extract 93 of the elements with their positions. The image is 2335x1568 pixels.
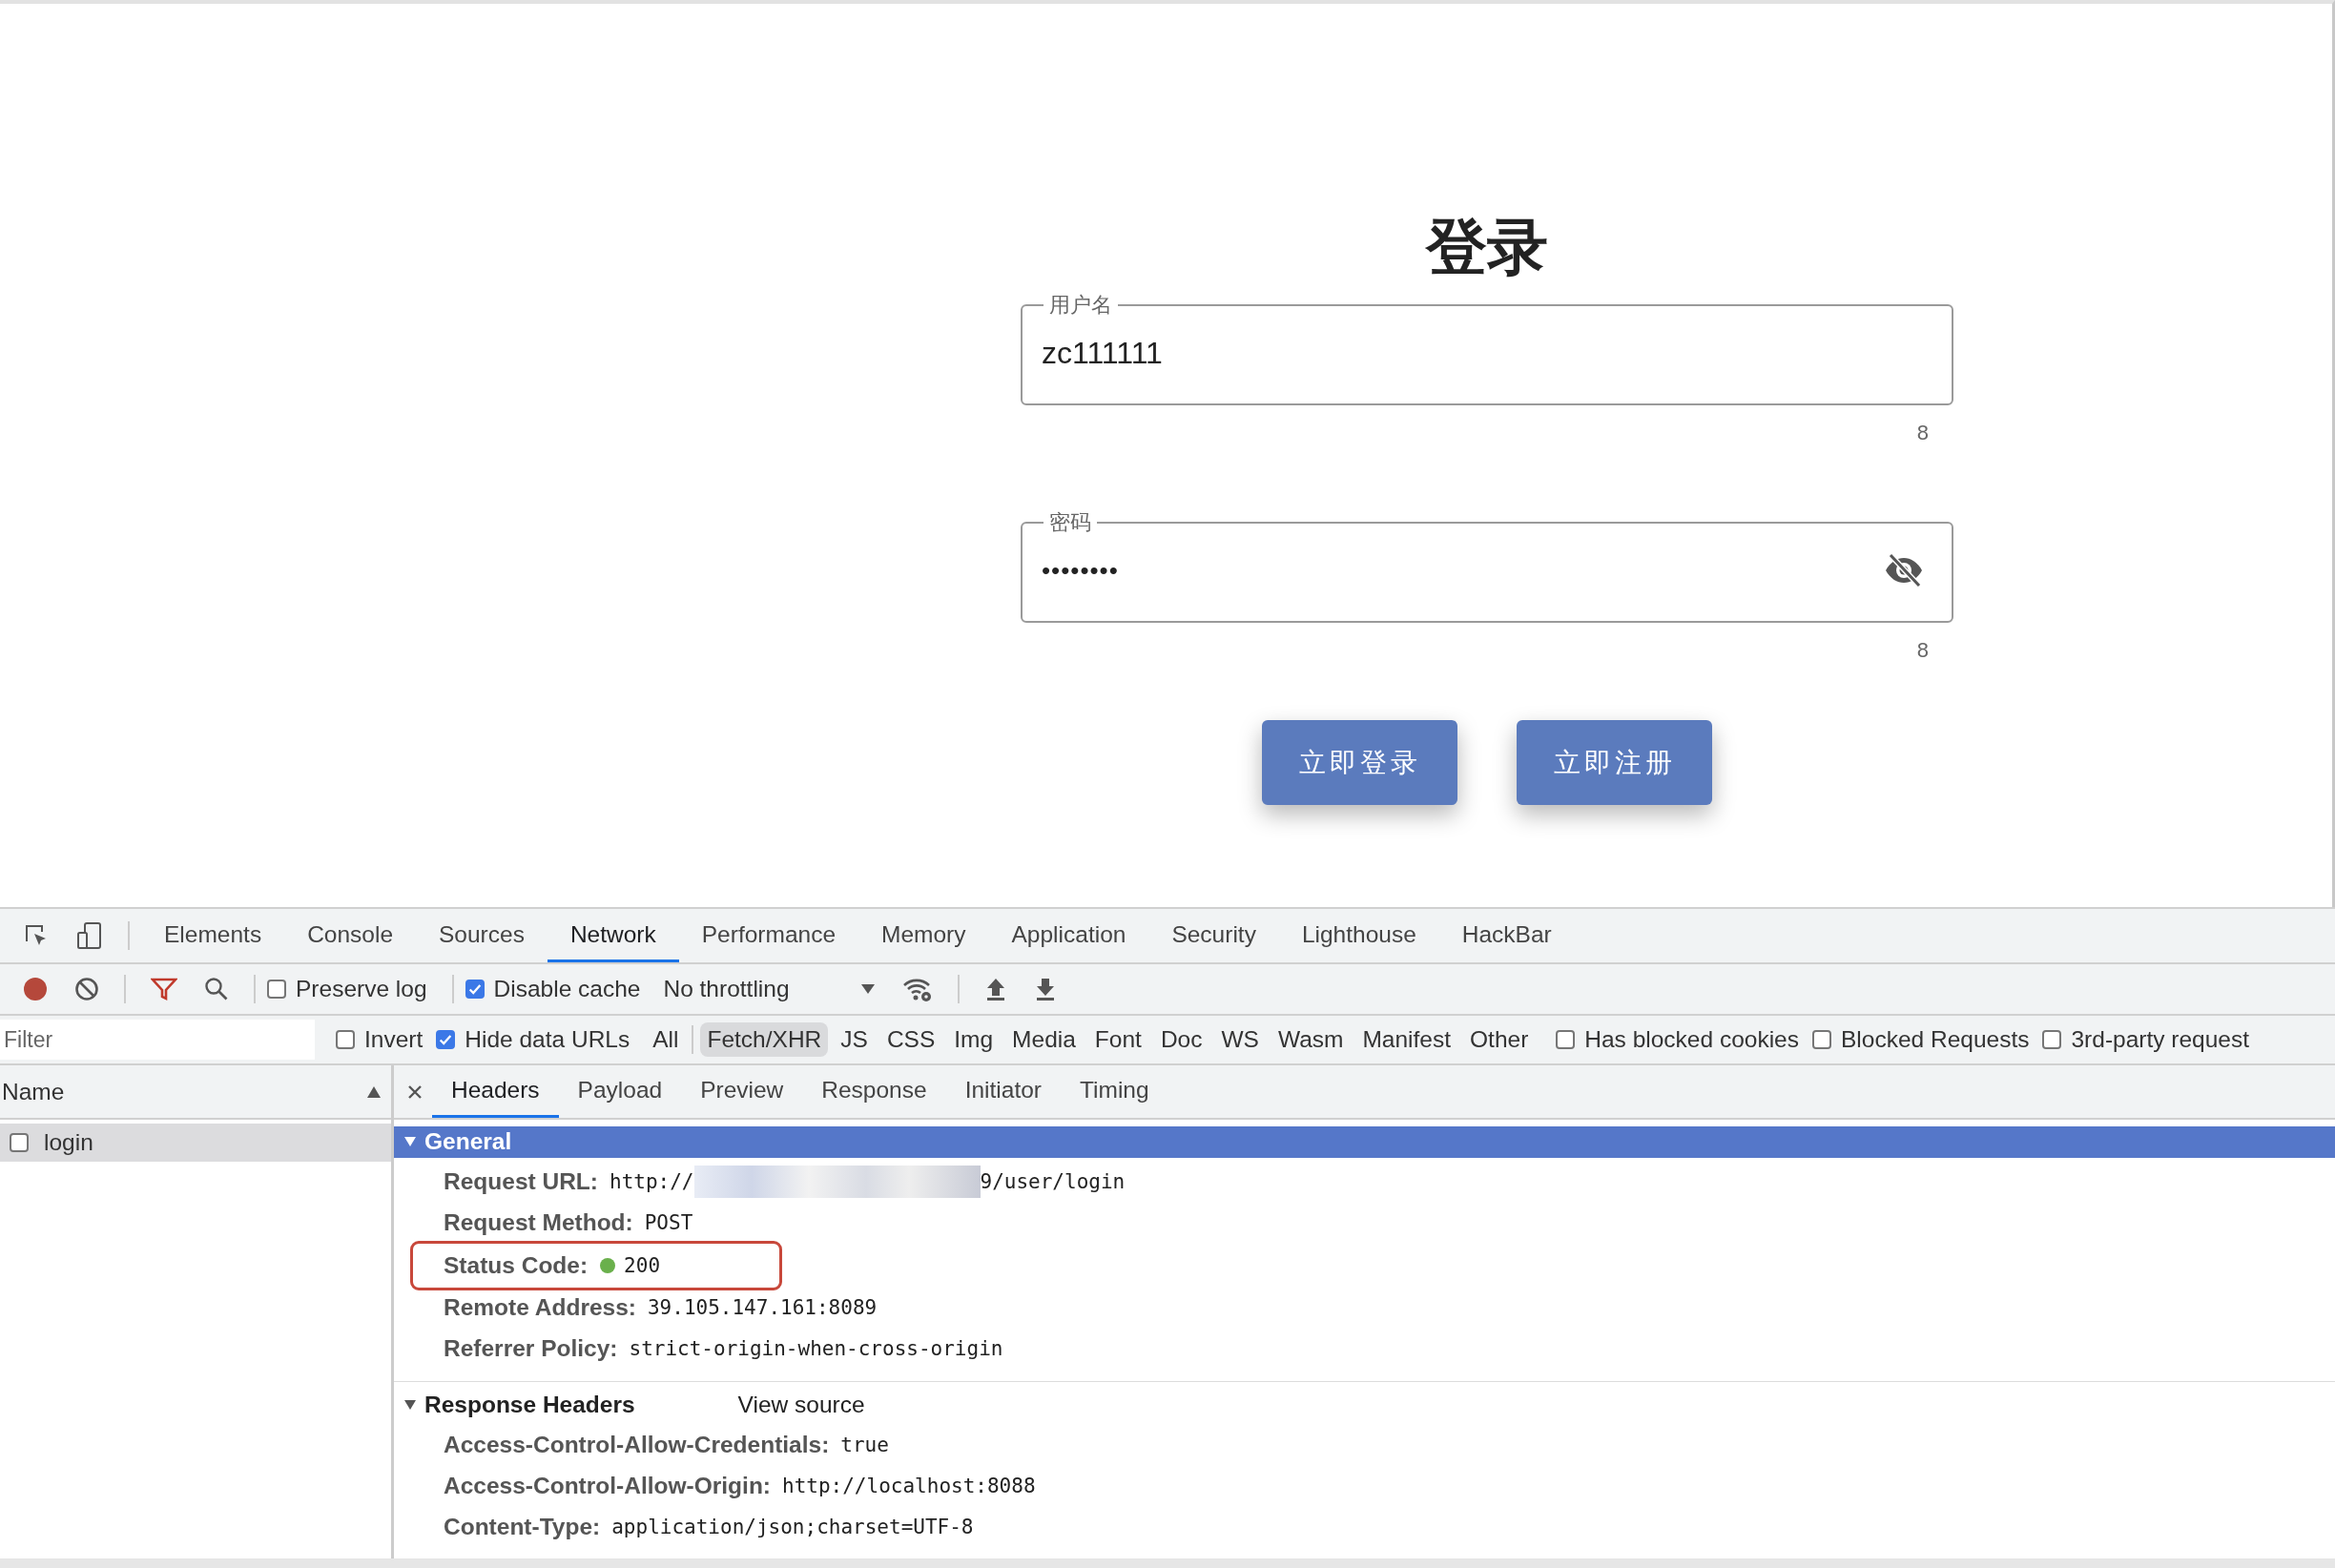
type-filter[interactable]: Img [947,1022,1001,1057]
detail-tab[interactable]: Payload [558,1065,682,1118]
header-value: true [840,1433,889,1456]
header-value: 200 [624,1253,661,1277]
field-label: 密码 [1048,512,1092,533]
type-filter[interactable]: Other [1463,1022,1536,1057]
devtools-tab[interactable]: Elements [141,909,285,962]
close-icon[interactable] [407,1083,423,1100]
header-name: Status Code: [444,1251,589,1279]
devtools-tab[interactable]: Memory [858,909,989,962]
devtools-tab[interactable]: Sources [416,909,548,962]
detail-tab[interactable]: Preview [681,1065,803,1118]
field-value: •••••••• [1042,555,1120,586]
header-value: strict-origin-when-cross-origin [629,1337,1003,1361]
filter-field[interactable]: Filter [0,1020,315,1060]
type-filter[interactable]: Wasm [1271,1022,1351,1057]
section-header[interactable]: Response Headers View source [394,1389,2335,1420]
character-counter: 8 [1916,637,1929,664]
checkbox-label[interactable]: Blocked Requests [1841,1026,2030,1053]
header-name: Content-Type: [444,1513,601,1540]
header-name: Request URL: [444,1168,598,1196]
section-title: Response Headers [424,1391,635,1418]
header-value: 39.105.147.161:8089 [647,1296,878,1320]
header-value: POST [644,1211,693,1235]
checkbox-label[interactable]: Hide data URLs [465,1026,630,1053]
checkmark-icon [466,981,483,997]
type-filter[interactable]: Manifest [1355,1022,1457,1057]
checkbox[interactable] [10,1133,29,1152]
type-filter[interactable]: WS [1214,1022,1266,1057]
request-row[interactable]: login [0,1124,391,1162]
header-value: application/json;charset=UTF-8 [611,1515,974,1538]
login-button[interactable]: 立即登录 [1262,720,1457,805]
detail-tab[interactable]: Response [802,1065,946,1118]
devtools-tab[interactable]: Console [284,909,417,962]
section-title: General [424,1128,512,1156]
header-name: Remote Address: [444,1294,636,1322]
field-value: zc111111 [1042,335,1164,371]
header-value: 9/user/login [980,1170,1126,1194]
header-name: Access-Control-Allow-Origin: [444,1472,771,1499]
header-name: Access-Control-Allow-Credentials: [444,1431,830,1458]
view-source-link[interactable]: View source [737,1391,865,1418]
checkbox[interactable] [436,1030,456,1049]
checkbox-label[interactable]: 3rd-party request [2071,1026,2250,1053]
filter-icon[interactable] [151,977,177,1001]
type-filter[interactable]: JS [834,1022,875,1057]
header-value: http:// [610,1170,694,1194]
type-filter[interactable]: Media [1005,1022,1083,1057]
expand-triangle-icon[interactable] [403,1398,417,1411]
checkbox-label[interactable]: Disable cache [493,976,641,1002]
devtools-tab[interactable]: HackBar [1438,909,1575,962]
eye-slash-icon[interactable] [1883,551,1925,589]
type-filter[interactable]: Fetch/XHR [700,1022,829,1057]
header-name: Request Method: [444,1209,633,1237]
username-field[interactable]: 用户名 zc111111 [1021,295,1953,405]
devtools-tab[interactable]: Application [988,909,1149,962]
checkbox[interactable] [267,980,286,999]
device-toolbar-icon[interactable] [76,921,103,950]
detail-tab[interactable]: Initiator [945,1065,1061,1118]
checkmark-icon [438,1032,454,1047]
clear-icon[interactable] [74,977,99,1001]
type-filter[interactable]: Font [1087,1022,1148,1057]
record-icon[interactable] [23,977,48,1001]
detail-tab[interactable]: Timing [1060,1065,1168,1118]
devtools-tab[interactable]: Security [1148,909,1279,962]
header-name: Referrer Policy: [444,1335,618,1363]
field-label: 用户名 [1048,295,1113,316]
checkbox-label[interactable]: Preserve log [296,976,427,1002]
request-name: login [44,1129,93,1156]
checkbox[interactable] [2042,1030,2062,1049]
character-counter: 8 [1916,420,1929,446]
checkbox-label[interactable]: Invert [364,1026,424,1053]
status-dot-icon [599,1256,617,1274]
type-filter[interactable]: CSS [879,1022,942,1057]
devtools-tab[interactable]: Lighthouse [1278,909,1439,962]
header-value: http://localhost:8088 [782,1474,1036,1497]
dropdown-arrow-icon[interactable] [859,983,876,995]
page-title: 登录 [1426,212,1548,283]
checkbox[interactable] [336,1030,355,1049]
expand-triangle-icon[interactable] [403,1136,417,1148]
detail-tab[interactable]: Headers [432,1065,559,1118]
checkbox-label[interactable]: Has blocked cookies [1584,1026,1799,1053]
register-button[interactable]: 立即注册 [1517,720,1712,805]
password-field[interactable]: 密码 •••••••• [1021,512,1953,623]
search-icon[interactable] [204,977,229,1001]
type-filter[interactable]: Doc [1153,1022,1209,1057]
devtools-tab[interactable]: Performance [678,909,859,962]
section-header-bar[interactable]: General [394,1126,2335,1158]
checkbox[interactable] [1556,1030,1576,1049]
checkbox[interactable] [1812,1030,1831,1049]
sort-arrow-icon[interactable] [366,1084,382,1099]
type-filter[interactable]: All [646,1022,686,1057]
checkbox[interactable] [465,980,485,999]
throttling-dropdown[interactable]: No throttling [663,976,790,1002]
